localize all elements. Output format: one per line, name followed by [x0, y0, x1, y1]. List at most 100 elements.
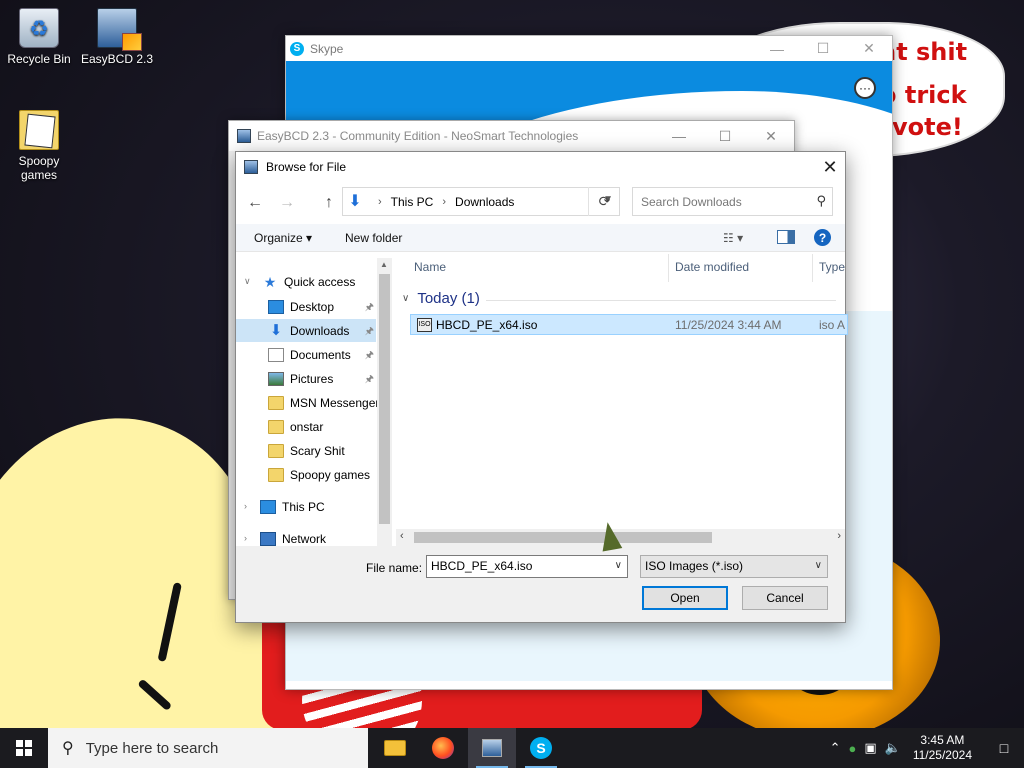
start-button[interactable]	[0, 728, 48, 768]
nav-item-msn-messenger[interactable]: MSN Messenger	[236, 391, 379, 414]
folder-icon	[268, 467, 284, 482]
nav-item-desktop[interactable]: Desktop 🖈	[236, 295, 376, 318]
notification-center-icon[interactable]: □	[984, 728, 1024, 768]
nav-item-downloads[interactable]: ⬇ Downloads 🖈	[236, 319, 376, 342]
up-arrow-icon[interactable]: ↑	[318, 192, 340, 214]
desktop-icon-label: Recycle Bin	[7, 52, 71, 66]
maximize-button[interactable]: ☐	[702, 121, 748, 151]
file-type-select[interactable]: ISO Images (*.iso) ∨	[640, 555, 828, 578]
nav-item-this-pc[interactable]: This PC	[236, 495, 376, 518]
downloads-icon: ⬇	[348, 192, 362, 210]
forward-arrow-icon[interactable]: →	[276, 192, 298, 214]
address-bar[interactable]: ⬇ › This PC › Downloads ▼	[342, 187, 620, 216]
file-name-value: HBCD_PE_x64.iso	[431, 559, 533, 573]
chevron-down-icon: ∨	[814, 560, 822, 571]
desktop-icon	[268, 299, 284, 314]
wallpaper-text-3: vote!	[892, 113, 963, 141]
taskbar-skype[interactable]: S	[517, 728, 565, 768]
nav-item-label: Documents	[290, 347, 351, 362]
pin-icon: 🖈	[364, 374, 374, 385]
organize-button[interactable]: Organize ▾	[254, 231, 312, 245]
volume-icon[interactable]: 🔈	[885, 740, 901, 756]
back-arrow-icon[interactable]: ←	[244, 192, 266, 214]
nav-item-label: Quick access	[284, 274, 356, 289]
minimize-button[interactable]: —	[656, 121, 702, 151]
desktop-icon-spoopy-games[interactable]: Spoopy games	[1, 110, 77, 182]
scrollbar-thumb[interactable]	[379, 274, 390, 524]
refresh-icon[interactable]: ⟳	[588, 187, 620, 216]
nav-item-spoopy-games[interactable]: Spoopy games	[236, 463, 376, 486]
nav-item-quick-access[interactable]: ★ Quick access	[236, 270, 376, 293]
easybcd-title: EasyBCD 2.3 - Community Edition - NeoSma…	[257, 129, 579, 143]
easybcd-icon	[244, 160, 258, 174]
people-icon[interactable]: ●	[848, 741, 856, 756]
breadcrumb-downloads[interactable]: Downloads	[455, 195, 514, 209]
view-options-icon[interactable]: ☷ ▾	[723, 231, 743, 245]
nav-item-documents[interactable]: Documents 🖈	[236, 343, 376, 366]
wallpaper-text-1: at shit	[880, 38, 968, 66]
column-header-name[interactable]: Name	[414, 260, 446, 274]
taskbar-file-explorer[interactable]	[371, 728, 419, 768]
search-input[interactable]: Search Downloads ⚲	[632, 187, 833, 216]
nav-item-network[interactable]: Network	[236, 527, 376, 546]
pin-icon: 🖈	[364, 302, 374, 313]
recycle-bin-icon	[19, 8, 59, 48]
group-label: Today (1)	[417, 290, 480, 307]
open-button[interactable]: Open	[642, 586, 728, 610]
pin-icon: 🖈	[364, 326, 374, 337]
breadcrumb-separator-icon: ›	[378, 195, 382, 208]
skype-title: Skype	[310, 41, 344, 56]
new-folder-button[interactable]: New folder	[345, 231, 402, 245]
minimize-button[interactable]: —	[754, 36, 800, 61]
close-button[interactable]: ✕	[815, 152, 845, 182]
collapse-chevron-icon: ∨	[402, 293, 410, 304]
scroll-left-icon[interactable]: ‹	[400, 530, 404, 542]
close-button[interactable]: ✕	[748, 121, 794, 151]
nav-item-onstar[interactable]: onstar	[236, 415, 376, 438]
system-tray: ⌃ ● ▣ 🔈 3:45 AM 11/25/2024 □	[830, 728, 1024, 768]
nav-pane-scrollbar[interactable]: ▲	[377, 258, 392, 546]
file-date: 11/25/2024 3:44 AM	[675, 318, 782, 332]
show-hidden-icons-chevron-icon[interactable]: ⌃	[830, 740, 841, 756]
taskbar-easybcd[interactable]	[468, 728, 516, 768]
clock[interactable]: 3:45 AM 11/25/2024	[913, 733, 972, 763]
skype-icon: S	[290, 41, 304, 56]
file-list: Name Date modified Type ∨ Today (1) ISO …	[396, 252, 848, 546]
scrollbar-thumb[interactable]	[414, 532, 712, 543]
taskbar-search-box[interactable]: ⚲ Type here to search	[48, 728, 368, 768]
scroll-up-icon[interactable]: ▲	[380, 260, 388, 269]
cancel-button[interactable]: Cancel	[742, 586, 828, 610]
desktop-icon-easybcd[interactable]: EasyBCD 2.3	[79, 8, 155, 66]
folder-icon	[19, 110, 59, 150]
iso-file-icon: ISO	[417, 318, 432, 332]
pin-icon: 🖈	[364, 350, 374, 361]
maximize-button[interactable]: ☐	[800, 36, 846, 61]
file-row[interactable]: ISO HBCD_PE_x64.iso 11/25/2024 3:44 AM i…	[410, 314, 848, 335]
file-name-input[interactable]: HBCD_PE_x64.iso ∨	[426, 555, 628, 578]
firefox-icon	[432, 737, 454, 759]
network-icon[interactable]: ▣	[864, 740, 876, 756]
more-options-icon[interactable]: ···	[854, 77, 876, 99]
column-header-type[interactable]: Type	[819, 260, 845, 274]
nav-item-label: Network	[282, 531, 327, 546]
close-button[interactable]: ✕	[846, 36, 892, 61]
chevron-down-icon[interactable]: ∨	[615, 560, 622, 571]
column-header-date-modified[interactable]: Date modified	[675, 260, 749, 274]
nav-item-pictures[interactable]: Pictures 🖈	[236, 367, 376, 390]
breadcrumb-this-pc[interactable]: This PC	[391, 195, 434, 209]
search-icon: ⚲	[816, 193, 826, 208]
star-icon: ★	[263, 273, 277, 290]
taskbar-firefox[interactable]	[419, 728, 467, 768]
scroll-right-icon[interactable]: ›	[837, 530, 841, 542]
nav-item-scary-shit[interactable]: Scary Shit	[236, 439, 376, 462]
help-icon[interactable]: ?	[814, 229, 831, 246]
navigation-pane: ∨ ★ Quick access Desktop 🖈 ⬇ Downloads 🖈…	[236, 258, 391, 546]
browse-for-file-dialog[interactable]: Browse for File ✕ ← → ↑ ⬇ › This PC › Do…	[235, 151, 848, 623]
group-header-today[interactable]: ∨ Today (1)	[402, 290, 480, 307]
file-type-value: ISO Images (*.iso)	[645, 559, 744, 573]
wallpaper-text-2: o trick	[880, 81, 967, 109]
easybcd-icon	[237, 129, 251, 143]
preview-pane-icon[interactable]	[777, 230, 795, 244]
dialog-titlebar[interactable]: Browse for File	[236, 152, 845, 182]
desktop-icon-recycle-bin[interactable]: Recycle Bin	[1, 8, 77, 66]
